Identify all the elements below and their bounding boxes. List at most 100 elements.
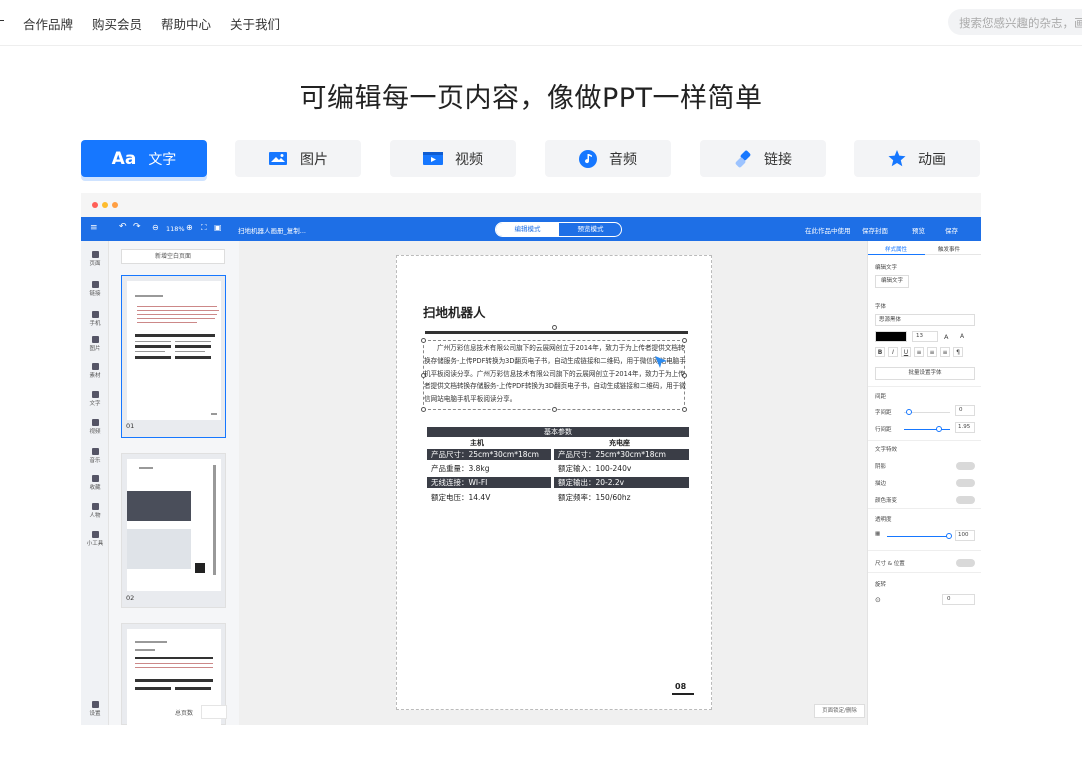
maximize-dot-icon xyxy=(112,202,118,208)
line-height-slider[interactable] xyxy=(904,429,950,430)
resize-handle[interactable] xyxy=(421,407,426,412)
opacity-input[interactable]: 100 xyxy=(955,530,975,541)
font-select[interactable]: 思源黑体 xyxy=(875,314,975,326)
font-label: 字体 xyxy=(875,304,887,310)
nav-item-membership[interactable]: 购买会员 xyxy=(92,14,142,33)
tab-link[interactable]: 链接 xyxy=(700,140,826,177)
rail-video[interactable]: 视频 xyxy=(81,419,109,435)
color-swatch[interactable] xyxy=(875,331,907,342)
tab-text[interactable]: Aa 文字 xyxy=(81,140,207,177)
rail-tools[interactable]: 小工具 xyxy=(81,531,109,547)
tab-style[interactable]: 样式属性 xyxy=(885,245,907,253)
tab-audio[interactable]: 音频 xyxy=(545,140,671,177)
save-button[interactable]: 保存 xyxy=(945,225,958,235)
page-icon xyxy=(91,251,99,258)
page-title[interactable]: 扫地机器人 xyxy=(423,302,486,321)
rail-text[interactable]: 文字 xyxy=(81,391,109,407)
rail-music[interactable]: 音乐 xyxy=(81,448,109,464)
slider-knob[interactable] xyxy=(906,409,912,415)
tab-animation[interactable]: 动画 xyxy=(854,140,980,177)
tab-video[interactable]: 视频 xyxy=(390,140,516,177)
rail-pages[interactable]: 页面 xyxy=(81,251,109,267)
italic-icon[interactable]: I xyxy=(888,347,898,357)
cursor-arrow-icon xyxy=(655,356,667,368)
font-shrink-icon[interactable]: A xyxy=(960,333,964,340)
spacing-label: 间距 xyxy=(875,394,887,400)
mode-edit[interactable]: 编辑模式 xyxy=(496,223,559,236)
nav-item-about[interactable]: 关于我们 xyxy=(230,14,280,33)
paragraph-icon[interactable]: ¶ xyxy=(953,347,963,357)
slider-knob[interactable] xyxy=(936,426,942,432)
edit-text-button[interactable]: 编辑文字 xyxy=(875,275,909,288)
resize-handle[interactable] xyxy=(682,407,687,412)
spec-cell: 无线连接：WI-FI xyxy=(427,477,551,488)
new-page-button[interactable]: 新增空白页面 xyxy=(121,249,225,264)
fit-icon[interactable]: ⛶ xyxy=(201,223,207,233)
page-paragraph[interactable]: 广州万彩信息技术有限公司旗下的云展网创立于2014年，致力于为上传者提供文档转换… xyxy=(424,342,687,406)
rail-assets[interactable]: 素材 xyxy=(81,363,109,379)
panel-divider xyxy=(868,508,981,509)
toolbar-hint[interactable]: 在此作品中使用 xyxy=(805,225,851,235)
align-center-icon[interactable]: ≡ xyxy=(927,347,937,357)
size-position-toggle[interactable] xyxy=(956,559,975,567)
stroke-label: 描边 xyxy=(875,481,887,487)
rotate-label: 旋转 xyxy=(875,582,887,588)
opacity-slider[interactable] xyxy=(887,536,950,537)
spec-cell: 额定频率：150/60hz xyxy=(558,493,631,502)
rail-settings[interactable]: 设置 xyxy=(81,701,109,717)
stroke-toggle[interactable] xyxy=(956,479,975,487)
rotate-input[interactable]: 0 xyxy=(942,594,975,605)
align-left-icon[interactable]: ≡ xyxy=(914,347,924,357)
line-height-input[interactable]: 1.95 xyxy=(955,422,975,433)
tab-event[interactable]: 触发事件 xyxy=(938,245,960,253)
shadow-toggle[interactable] xyxy=(956,462,975,470)
letter-spacing-label: 字间距 xyxy=(875,410,892,416)
mode-switch[interactable]: 编辑模式 预览模式 xyxy=(495,222,622,237)
close-dot-icon xyxy=(92,202,98,208)
rail-favorites[interactable]: 收藏 xyxy=(81,475,109,491)
panel-divider xyxy=(868,550,981,551)
letter-spacing-input[interactable]: 0 xyxy=(955,405,975,416)
text-effect-label: 文字特效 xyxy=(875,447,898,453)
menu-icon[interactable]: ≡ xyxy=(90,223,98,233)
thumbnail-page-02[interactable]: 02 xyxy=(121,453,226,608)
gradient-toggle[interactable] xyxy=(956,496,975,504)
rail-image[interactable]: 图片 xyxy=(81,336,109,352)
current-page[interactable]: 扫地机器人 广州万彩信息技术有限公司旗下的云展网创立于2014年，致力于为上传者… xyxy=(396,255,712,710)
bold-icon[interactable]: B xyxy=(875,347,885,357)
nav-item-brands[interactable]: 合作品牌 xyxy=(23,14,73,33)
page-total-input[interactable] xyxy=(201,705,227,719)
doc-title[interactable]: 扫地机器人画册_复制... xyxy=(238,225,306,235)
nav-item-help[interactable]: 帮助中心 xyxy=(161,14,211,33)
page-lock-button[interactable]: 页面锁定/删除 xyxy=(814,704,865,718)
rail-people[interactable]: 人物 xyxy=(81,503,109,519)
mode-preview[interactable]: 预览模式 xyxy=(559,223,621,236)
thumbnail-page-01[interactable]: 01 xyxy=(121,275,226,438)
save-cover-button[interactable]: 保存封面 xyxy=(862,225,888,235)
slider-knob[interactable] xyxy=(946,533,952,539)
tab-underline xyxy=(868,254,925,255)
search-input[interactable]: 搜索您感兴趣的杂志，画 xyxy=(948,9,1082,35)
font-size-select[interactable]: 13 xyxy=(912,331,938,342)
underline-icon[interactable]: U xyxy=(901,347,911,357)
undo-icon[interactable]: ↶ xyxy=(119,222,127,232)
zoom-out-icon[interactable]: ⊖ xyxy=(152,223,159,232)
grid-icon[interactable]: ▣ xyxy=(214,223,222,232)
tab-image[interactable]: 图片 xyxy=(235,140,361,177)
align-right-icon[interactable]: ≡ xyxy=(940,347,950,357)
redo-icon[interactable]: ↷ xyxy=(133,222,141,232)
size-position-label: 尺寸 & 位置 xyxy=(875,561,905,567)
resize-handle[interactable] xyxy=(552,407,557,412)
batch-font-button[interactable]: 批量设置字体 xyxy=(875,367,975,380)
thumbnail-number: 02 xyxy=(126,594,135,602)
tab-audio-label: 音频 xyxy=(609,151,637,168)
rail-phone[interactable]: 手机 xyxy=(81,311,109,327)
gear-icon xyxy=(91,701,99,708)
zoom-in-icon[interactable]: ⊕ xyxy=(186,223,193,232)
rotate-dial-icon[interactable]: ⊙ xyxy=(875,596,881,604)
font-grow-icon[interactable]: A xyxy=(944,333,948,341)
preview-button[interactable]: 预览 xyxy=(912,225,925,235)
page-number-rule xyxy=(672,693,694,695)
rotate-handle[interactable] xyxy=(552,325,557,330)
rail-link[interactable]: 链接 xyxy=(81,281,109,297)
